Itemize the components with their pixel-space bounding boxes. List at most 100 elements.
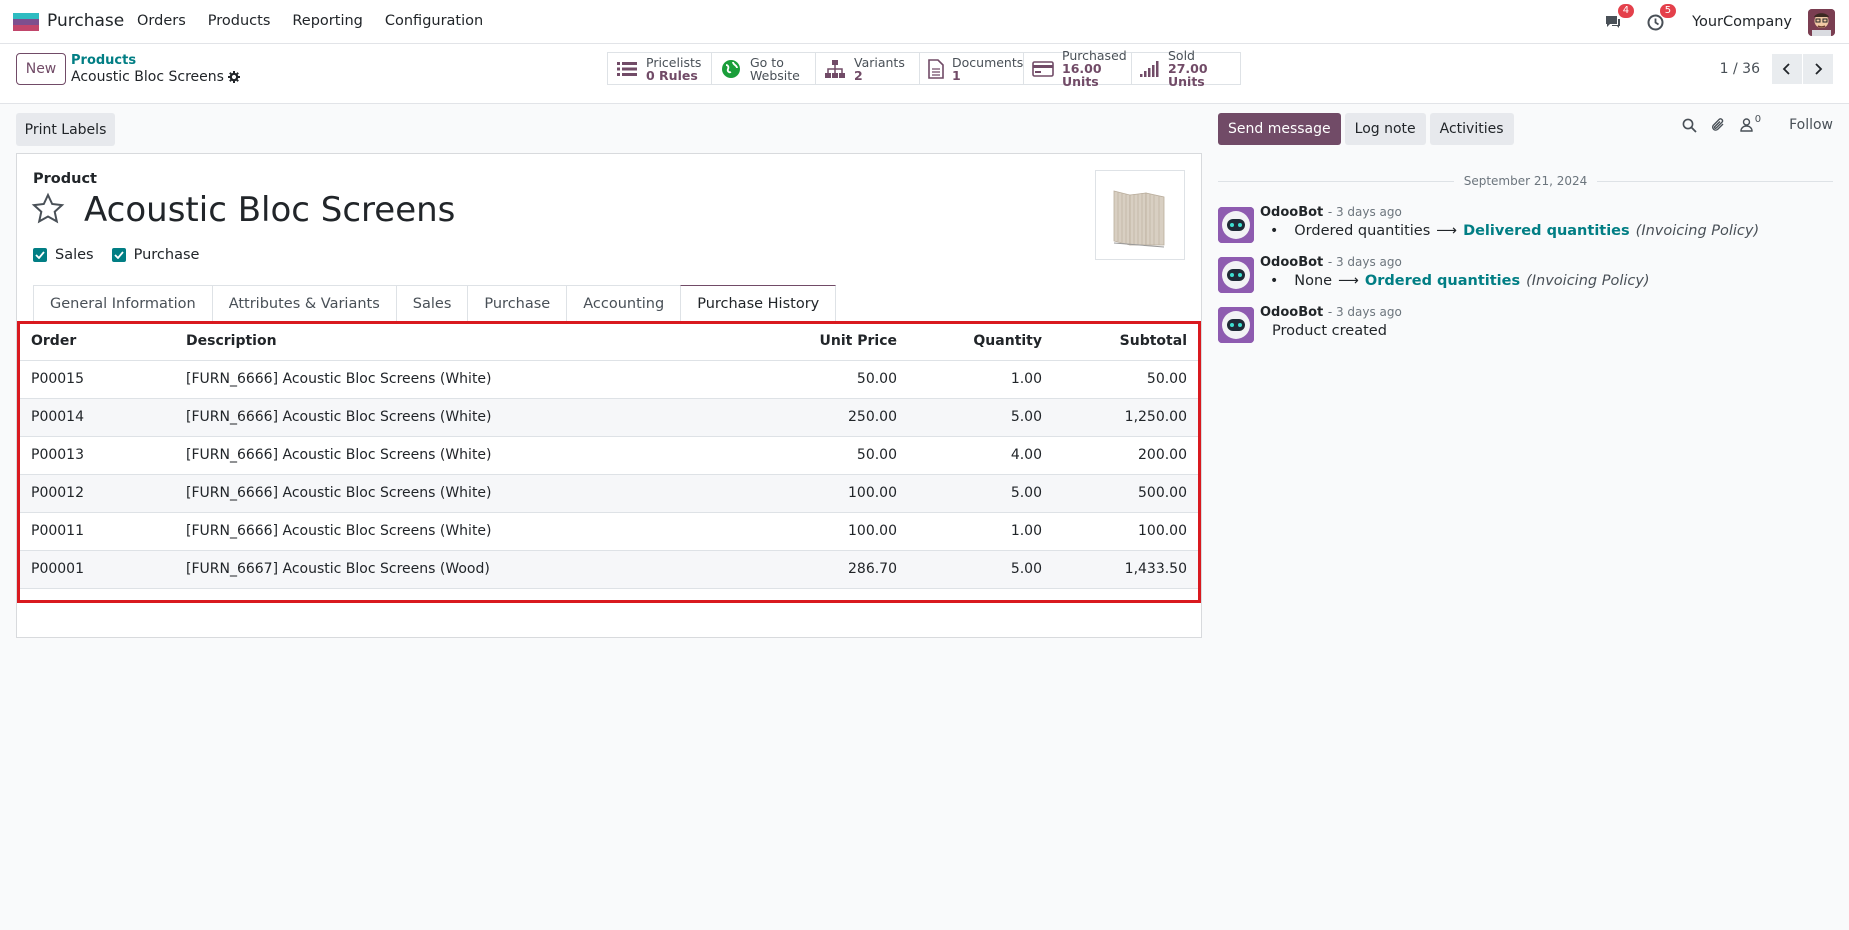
cell-subtotal: 50.00	[1056, 360, 1201, 399]
product-flags: Sales Purchase	[33, 247, 199, 263]
product-image[interactable]	[1095, 170, 1185, 260]
tab-sales[interactable]: Sales	[395, 285, 468, 322]
table-row[interactable]: P00014 [FURN_6666] Acoustic Bloc Screens…	[17, 398, 1201, 437]
chatter-toolbar: Send message Log note Activities	[1218, 113, 1514, 145]
documents-value: 1	[952, 67, 961, 83]
date-label: September 21, 2024	[1463, 174, 1588, 188]
product-name-field[interactable]: Acoustic Bloc Screens	[84, 190, 455, 230]
breadcrumb-current-label: Acoustic Bloc Screens	[71, 69, 224, 85]
gear-icon[interactable]	[227, 71, 240, 83]
activities-clock-icon[interactable]: 5	[1644, 4, 1677, 33]
messages-icon[interactable]: 4	[1602, 4, 1635, 33]
cell-subtotal: 500.00	[1056, 474, 1201, 513]
pager: 1 / 36	[1720, 54, 1833, 84]
pager-value[interactable]: 1 / 36	[1720, 61, 1760, 77]
cell-quantity: 5.00	[911, 398, 1056, 437]
column-header-description[interactable]: Description	[172, 322, 761, 361]
print-labels-button[interactable]: Print Labels	[16, 113, 115, 146]
followers-count: 0	[1754, 114, 1762, 125]
menu-orders[interactable]: Orders	[137, 13, 186, 29]
column-header-unit-price[interactable]: Unit Price	[761, 322, 911, 361]
odoobot-avatar[interactable]	[1218, 207, 1254, 243]
message-time: - 3 days ago	[1327, 305, 1402, 319]
globe-icon	[720, 58, 742, 80]
message-body: • Ordered quantities ⟶ Delivered quantit…	[1270, 223, 1759, 239]
table-row[interactable]: P00015 [FURN_6666] Acoustic Bloc Screens…	[17, 360, 1201, 399]
sales-checkbox[interactable]: Sales	[33, 247, 94, 263]
author-name[interactable]: OdooBot	[1260, 305, 1323, 320]
table-row[interactable]: P00011 [FURN_6666] Acoustic Bloc Screens…	[17, 512, 1201, 551]
cell-subtotal: 100.00	[1056, 512, 1201, 551]
author-name[interactable]: OdooBot	[1260, 205, 1323, 220]
column-header-quantity[interactable]: Quantity	[911, 322, 1056, 361]
new-button[interactable]: New	[16, 53, 66, 85]
sold-button[interactable]: Sold 27.00 Units	[1132, 49, 1240, 88]
credit-card-icon	[1032, 58, 1054, 80]
cell-subtotal: 1,250.00	[1056, 398, 1201, 437]
pager-previous-button[interactable]	[1772, 54, 1802, 84]
purchase-app-icon[interactable]	[13, 13, 39, 31]
tab-purchase[interactable]: Purchase	[467, 285, 567, 322]
cell-order: P00011	[17, 512, 172, 551]
send-message-button[interactable]: Send message	[1218, 113, 1341, 145]
cell-quantity: 1.00	[911, 512, 1056, 551]
cell-description: [FURN_6666] Acoustic Bloc Screens (White…	[172, 512, 761, 551]
odoobot-avatar[interactable]	[1218, 307, 1254, 343]
menu-products[interactable]: Products	[208, 13, 271, 29]
user-icon	[1740, 118, 1753, 132]
breadcrumb-parent[interactable]: Products	[71, 53, 136, 68]
checkbox-checked-icon	[33, 248, 47, 262]
variants-button[interactable]: Variants 2	[816, 53, 920, 84]
form-sheet: Product Acoustic Bloc Screens Sales Purc…	[16, 153, 1202, 638]
favorite-star-icon[interactable]	[31, 192, 65, 226]
cell-description: [FURN_6667] Acoustic Bloc Screens (Wood)	[172, 550, 761, 589]
pager-next-button[interactable]	[1803, 54, 1833, 84]
menu-reporting[interactable]: Reporting	[292, 13, 363, 29]
company-switcher[interactable]: YourCompany	[1692, 14, 1792, 30]
paperclip-icon[interactable]	[1711, 117, 1726, 133]
author-name[interactable]: OdooBot	[1260, 255, 1323, 270]
column-header-order[interactable]: Order	[17, 322, 172, 361]
signal-icon	[1140, 58, 1160, 80]
cell-description: [FURN_6666] Acoustic Bloc Screens (White…	[172, 398, 761, 437]
cell-description: [FURN_6666] Acoustic Bloc Screens (White…	[172, 436, 761, 475]
cell-quantity: 5.00	[911, 550, 1056, 589]
activities-button[interactable]: Activities	[1429, 113, 1514, 145]
purchased-button[interactable]: Purchased 16.00 Units	[1024, 49, 1132, 88]
user-avatar[interactable]	[1808, 8, 1835, 36]
tab-accounting[interactable]: Accounting	[566, 285, 681, 322]
table-row[interactable]: P00012 [FURN_6666] Acoustic Bloc Screens…	[17, 474, 1201, 513]
arrow-right-icon: ⟶	[1436, 223, 1458, 239]
search-icon[interactable]	[1682, 118, 1697, 133]
table-row[interactable]: P00001 [FURN_6667] Acoustic Bloc Screens…	[17, 550, 1201, 589]
cell-unit-price: 50.00	[761, 360, 911, 399]
log-note-button[interactable]: Log note	[1344, 113, 1426, 145]
column-header-subtotal[interactable]: Subtotal	[1056, 322, 1201, 361]
cell-quantity: 1.00	[911, 360, 1056, 399]
tab-attributes-variants[interactable]: Attributes & Variants	[211, 285, 396, 322]
product-label: Product	[33, 171, 97, 187]
table-row[interactable]: P00013 [FURN_6666] Acoustic Bloc Screens…	[17, 436, 1201, 475]
follow-button[interactable]: Follow	[1789, 117, 1833, 133]
message-text: Product created	[1272, 323, 1387, 339]
bullet: •	[1270, 223, 1279, 239]
cell-order: P00015	[17, 360, 172, 399]
message-time: - 3 days ago	[1327, 205, 1402, 219]
pricelists-button[interactable]: Pricelists 0 Rules	[608, 53, 712, 84]
cell-unit-price: 250.00	[761, 398, 911, 437]
form-tabs: General Information Attributes & Variant…	[33, 285, 837, 322]
tab-purchase-history[interactable]: Purchase History	[680, 285, 837, 322]
purchase-checkbox[interactable]: Purchase	[111, 247, 199, 263]
odoobot-avatar[interactable]	[1218, 257, 1254, 293]
table-header-row: Order Description Unit Price Quantity Su…	[17, 322, 1201, 361]
menu-configuration[interactable]: Configuration	[385, 13, 483, 29]
documents-button[interactable]: Documents 1	[920, 53, 1024, 84]
chatter-message: OdooBot - 3 days ago • None ⟶ Ordered qu…	[1218, 255, 1833, 301]
go-to-website-button[interactable]: Go to Website	[712, 53, 816, 84]
cell-unit-price: 50.00	[761, 436, 911, 475]
cell-description: [FURN_6666] Acoustic Bloc Screens (White…	[172, 360, 761, 399]
followers-button[interactable]: 0	[1740, 114, 1761, 132]
app-name[interactable]: Purchase	[47, 11, 124, 31]
tab-general-information[interactable]: General Information	[33, 285, 212, 322]
breadcrumb-current: Acoustic Bloc Screens	[71, 69, 240, 85]
